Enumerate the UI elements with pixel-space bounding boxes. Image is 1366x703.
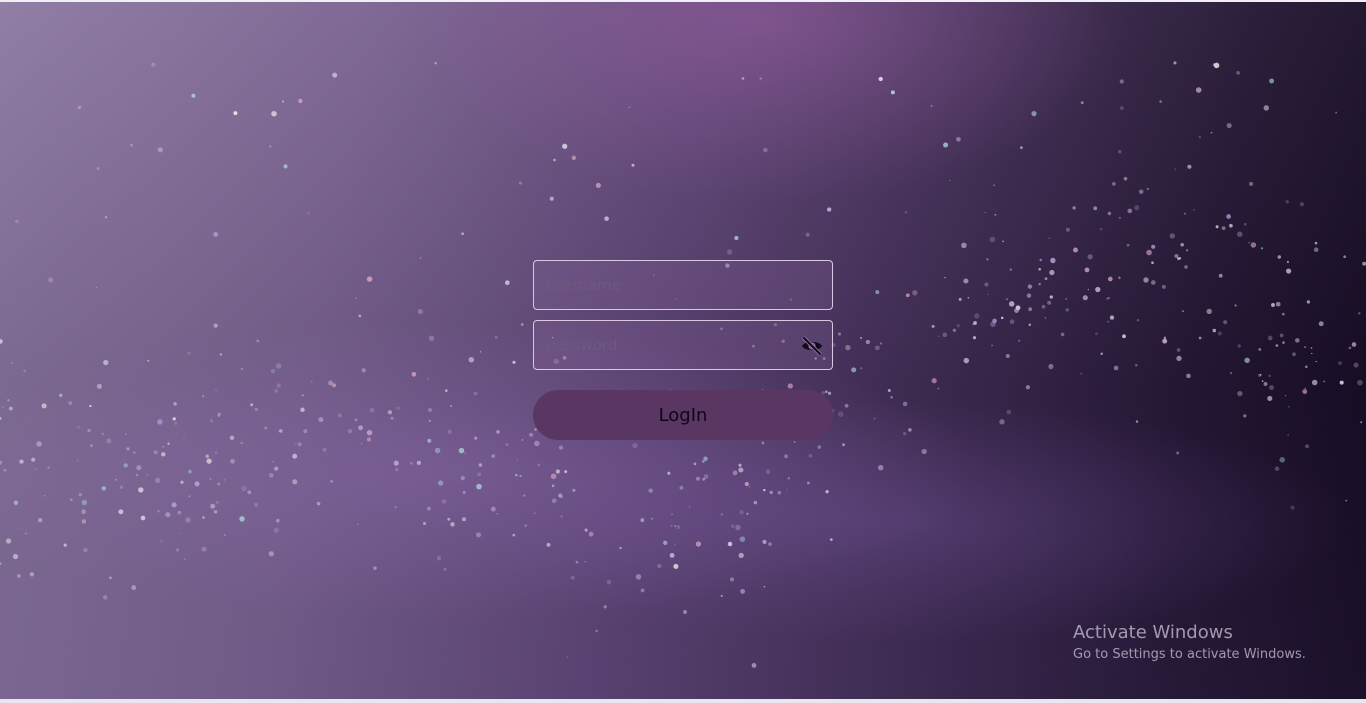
username-field-box [533, 260, 833, 310]
login-screen: LogIn Activate Windows Go to Settings to… [0, 0, 1366, 703]
activate-windows-watermark: Activate Windows Go to Settings to activ… [1073, 622, 1306, 664]
watermark-subtitle: Go to Settings to activate Windows. [1073, 647, 1306, 662]
login-form: LogIn [533, 260, 833, 440]
watermark-title: Activate Windows [1073, 622, 1233, 643]
bottom-strip [0, 699, 1366, 703]
username-input[interactable] [534, 261, 832, 309]
password-input[interactable] [534, 321, 832, 369]
eye-slash-icon[interactable] [799, 334, 825, 358]
login-button[interactable]: LogIn [533, 390, 833, 440]
password-field-box [533, 320, 833, 370]
